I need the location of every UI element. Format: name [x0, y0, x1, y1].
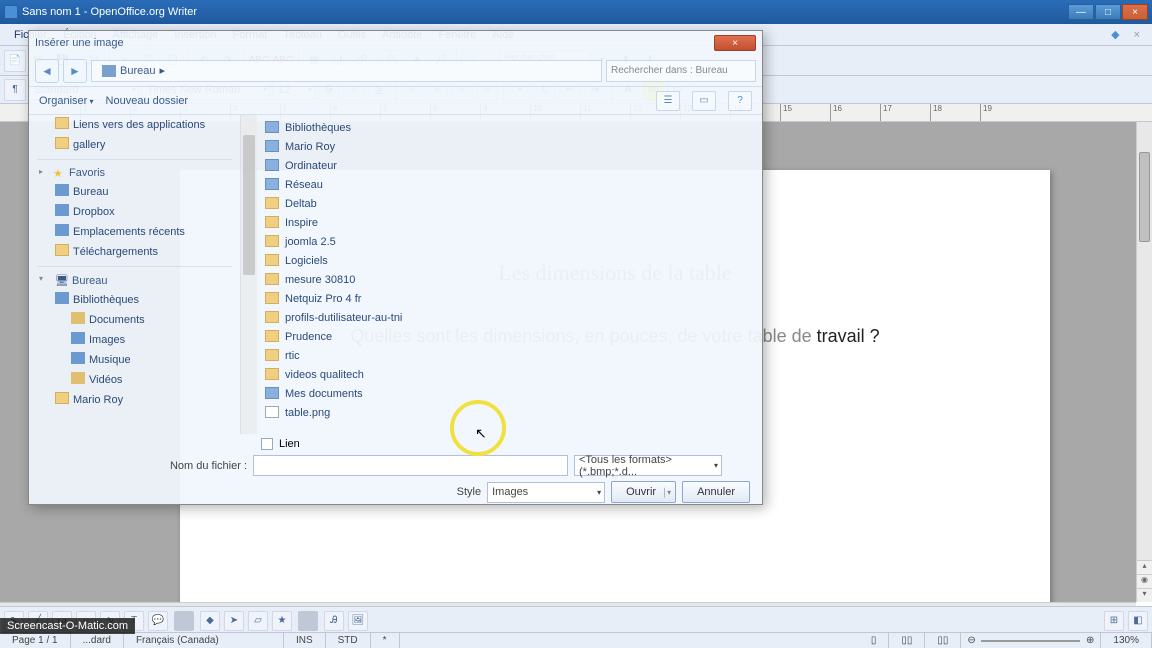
list-item[interactable]: profils-dutilisateur-au-tni	[257, 309, 762, 328]
sidebar-mario[interactable]: Mario Roy	[29, 390, 240, 410]
page-up-icon[interactable]: ▴	[1137, 560, 1152, 574]
filename-input[interactable]	[253, 455, 568, 476]
list-item[interactable]: Logiciels	[257, 252, 762, 271]
stars-icon[interactable]: ★	[272, 611, 292, 631]
logo-icon: ◆	[1103, 28, 1127, 41]
window-title: Sans nom 1 - OpenOffice.org Writer	[22, 6, 1068, 18]
page-down-icon[interactable]: ▾	[1137, 588, 1152, 602]
statusbar: Page 1 / 1 ...dard Français (Canada) INS…	[0, 632, 1152, 648]
dialog-toolbar: Organiser Nouveau dossier ☰ ▭ ?	[29, 87, 762, 115]
list-item[interactable]: Mario Roy	[257, 138, 762, 157]
view-book-icon[interactable]: ▯▯	[925, 633, 961, 648]
desktop-icon	[102, 65, 116, 77]
sidebar-images[interactable]: Images	[29, 330, 240, 350]
style-combo[interactable]: Images	[487, 482, 605, 503]
close-button[interactable]: ×	[1122, 4, 1148, 20]
organize-button[interactable]: Organiser	[39, 95, 94, 107]
grid-icon[interactable]: ⊞	[1104, 611, 1124, 631]
arrows-icon[interactable]: ➤	[224, 611, 244, 631]
back-button[interactable]: ◄	[35, 59, 59, 83]
zoom-slider[interactable]: ⊖ ⊕	[961, 633, 1101, 648]
dialog-navbar: ◄ ► Bureau ▸ Rechercher dans : Bureau	[29, 55, 762, 87]
sidebar-scrollbar[interactable]	[241, 115, 257, 434]
dialog-close-button[interactable]: ×	[714, 35, 756, 51]
list-item[interactable]: rtic	[257, 347, 762, 366]
titlebar: Sans nom 1 - OpenOffice.org Writer — □ ×	[0, 0, 1152, 24]
new-folder-button[interactable]: Nouveau dossier	[106, 95, 189, 107]
list-item[interactable]: Inspire	[257, 214, 762, 233]
sidebar-documents[interactable]: Documents	[29, 310, 240, 330]
status-std[interactable]: STD	[326, 633, 371, 648]
list-item[interactable]: joomla 2.5	[257, 233, 762, 252]
vertical-scrollbar[interactable]: ▴ ◉ ▾	[1136, 122, 1152, 602]
forward-button[interactable]: ►	[63, 59, 87, 83]
help-dialog-button[interactable]: ?	[728, 91, 752, 111]
list-item[interactable]: Deltab	[257, 195, 762, 214]
dialog-search-input[interactable]: Rechercher dans : Bureau	[606, 60, 756, 82]
status-style: ...dard	[71, 633, 124, 648]
status-ins[interactable]: INS	[284, 633, 326, 648]
flowchart-icon[interactable]: ▱	[248, 611, 268, 631]
sidebar-telechargements[interactable]: Téléchargements	[29, 242, 240, 262]
status-lang[interactable]: Français (Canada)	[124, 633, 284, 648]
sidebar-videos[interactable]: Vidéos	[29, 370, 240, 390]
sidebar-dropbox[interactable]: Dropbox	[29, 202, 240, 222]
list-item[interactable]: mesure 30810	[257, 271, 762, 290]
sidebar-favoris-header[interactable]: ▸Favoris	[29, 164, 240, 182]
preview-button[interactable]: ▭	[692, 91, 716, 111]
drawing-toolbar: ↖ ╱ ▭ ○ ∿ T 💬 ◆ ➤ ▱ ★ Ꭿ 🖼 ⊞ ◧	[0, 606, 1152, 634]
minimize-button[interactable]: —	[1068, 4, 1094, 20]
sidebar-biblio[interactable]: Bibliothèques	[29, 290, 240, 310]
sidebar-emplacements[interactable]: Emplacements récents	[29, 222, 240, 242]
dialog-sidebar: Liens vers des applications gallery ▸Fav…	[29, 115, 241, 434]
list-item[interactable]: table.png	[257, 404, 762, 423]
lien-label: Lien	[279, 438, 300, 450]
list-item[interactable]: Ordinateur	[257, 157, 762, 176]
sidebar-gallery[interactable]: gallery	[29, 135, 240, 155]
scroll-thumb[interactable]	[1139, 152, 1150, 242]
style-label: Style	[427, 486, 481, 498]
dialog-bottom: Lien Nom du fichier : <Tous les formats>…	[29, 434, 762, 504]
fontwork-icon[interactable]: Ꭿ	[324, 611, 344, 631]
filename-label: Nom du fichier :	[41, 460, 247, 472]
sidebar-bureau2-header[interactable]: ▾🖥 Bureau	[29, 271, 240, 290]
app-icon	[4, 5, 18, 19]
shapes-icon[interactable]: ◆	[200, 611, 220, 631]
list-item[interactable]: Bibliothèques	[257, 119, 762, 138]
status-sel: *	[371, 633, 400, 648]
doc-close-button[interactable]: ×	[1128, 29, 1146, 41]
file-list: BibliothèquesMario RoyOrdinateurRéseauDe…	[257, 115, 762, 434]
list-item[interactable]: Mes documents	[257, 385, 762, 404]
nav-target-icon[interactable]: ◉	[1137, 574, 1152, 588]
view-single-icon[interactable]: ▯	[859, 633, 890, 648]
list-item[interactable]: Netquiz Pro 4 fr	[257, 290, 762, 309]
extrude-icon[interactable]: ◧	[1128, 611, 1148, 631]
filter-combo[interactable]: <Tous les formats> (*.bmp;*.d...	[574, 455, 722, 476]
styles-icon[interactable]: ¶	[4, 79, 26, 101]
watermark: Screencast-O-Matic.com	[0, 618, 135, 634]
insert-image-dialog: Insérer une image × ◄ ► Bureau ▸ Recherc…	[28, 30, 763, 505]
list-item[interactable]: videos qualitech	[257, 366, 762, 385]
sidebar-liens[interactable]: Liens vers des applications	[29, 115, 240, 135]
view-multi-icon[interactable]: ▯▯	[889, 633, 925, 648]
callout-icon[interactable]: 💬	[148, 611, 168, 631]
open-button[interactable]: Ouvrir	[611, 481, 676, 503]
fromfile-icon[interactable]: 🖼	[348, 611, 368, 631]
dialog-title: Insérer une image	[35, 37, 124, 49]
maximize-button[interactable]: □	[1095, 4, 1121, 20]
cancel-button[interactable]: Annuler	[682, 481, 750, 503]
list-item[interactable]: Réseau	[257, 176, 762, 195]
view-mode-button[interactable]: ☰	[656, 91, 680, 111]
sidebar-musique[interactable]: Musique	[29, 350, 240, 370]
list-item[interactable]: Prudence	[257, 328, 762, 347]
sidebar-bureau[interactable]: Bureau	[29, 182, 240, 202]
status-zoom[interactable]: 130%	[1101, 633, 1152, 648]
new-icon[interactable]: 📄	[4, 50, 26, 72]
breadcrumb[interactable]: Bureau ▸	[91, 60, 602, 82]
dialog-titlebar: Insérer une image ×	[29, 31, 762, 55]
status-page: Page 1 / 1	[0, 633, 71, 648]
lien-checkbox[interactable]	[261, 438, 273, 450]
